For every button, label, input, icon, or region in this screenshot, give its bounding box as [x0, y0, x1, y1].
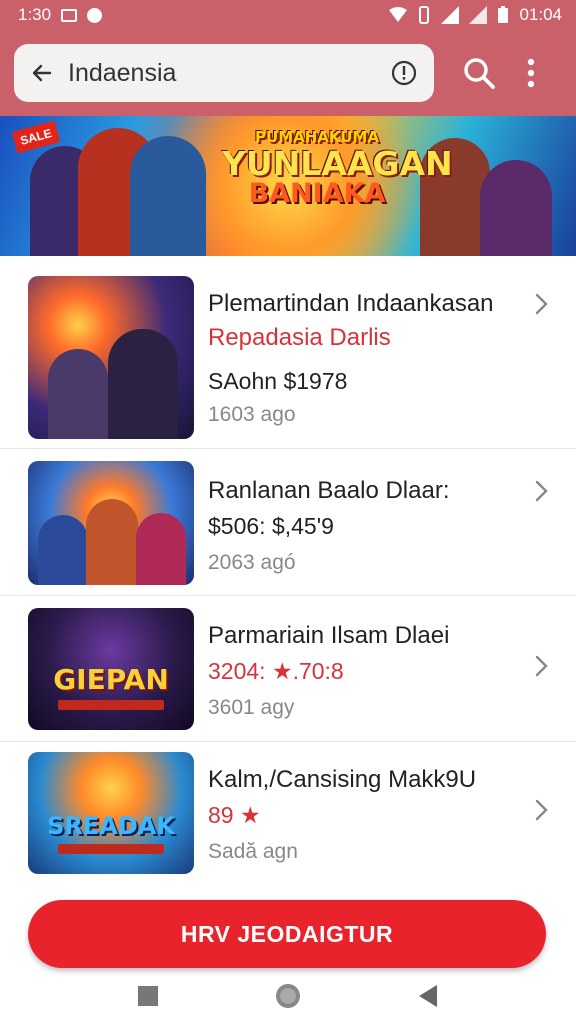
banner-hero-3	[130, 136, 206, 256]
more-options-icon[interactable]	[526, 58, 536, 88]
app-notification-icon	[87, 7, 103, 23]
item-title: Plemartindan Indaankasan	[208, 290, 494, 317]
item-rating: 3204: ★.70:8	[208, 658, 344, 684]
thumbnail-character	[136, 513, 186, 585]
list-item[interactable]: GIEPAN Parmariain Ilsam Dlaei 3204: ★.70…	[0, 596, 576, 742]
signal-icon	[441, 6, 460, 24]
item-title: Ranlanan Baalo Dlaar:	[208, 477, 450, 504]
list-item[interactable]: Ranlanan Baalo Dlaar: $506: $,45'9 2063 …	[0, 449, 576, 596]
chevron-right-icon[interactable]	[534, 654, 550, 678]
item-title: Parmariain Ilsam Dlaei	[208, 622, 450, 649]
item-subtitle: Repadasia Darlis	[208, 324, 391, 351]
chevron-right-icon[interactable]	[534, 479, 550, 503]
thumbnail-character	[38, 515, 88, 585]
thumbnail-character	[86, 499, 138, 585]
banner-main-text: YUNLAAGAN	[222, 144, 453, 183]
game-thumbnail[interactable]	[28, 276, 194, 439]
thumbnail-banner	[58, 700, 164, 710]
chevron-right-icon[interactable]	[534, 798, 550, 822]
item-title: Kalm,/Cansising Makk9U	[208, 766, 477, 793]
alert-icon[interactable]	[390, 59, 418, 87]
back-arrow-icon[interactable]	[30, 61, 54, 85]
chevron-right-icon[interactable]	[534, 292, 550, 316]
item-price: $506: $,45'9	[208, 513, 334, 539]
recents-icon[interactable]	[137, 985, 159, 1007]
game-list: Plemartindan Indaankasan Repadasia Darli…	[0, 256, 576, 884]
thumbnail-character	[108, 329, 178, 439]
home-icon[interactable]	[274, 982, 302, 1010]
banner-hero-5	[480, 160, 552, 256]
system-nav-bar	[0, 968, 576, 1024]
thumbnail-title: GIEPAN	[53, 663, 169, 696]
item-time: 3601 agy	[208, 696, 295, 719]
status-right: 01:04	[389, 5, 562, 25]
vibrate-icon	[419, 6, 430, 24]
banner-sub-text: BANIAKA	[248, 178, 386, 209]
list-item[interactable]: Plemartindan Indaankasan Repadasia Darli…	[0, 256, 576, 449]
item-time: Sadă agn	[208, 840, 298, 863]
promo-banner[interactable]: SALE PUMAHAKUMA YUNLAAGAN BANIAKA	[0, 116, 576, 256]
game-thumbnail[interactable]: SREADAK	[28, 752, 194, 874]
thumbnail-title: SREADAK	[47, 812, 175, 840]
banner-title: PUMAHAKUMA YUNLAAGAN BANIAKA	[222, 128, 453, 209]
status-bar: 1:30 01:04	[0, 0, 576, 30]
list-item[interactable]: SREADAK Kalm,/Cansising Makk9U 89 ★ Sadă…	[0, 742, 576, 884]
banner-top-text: PUMAHAKUMA	[255, 128, 379, 146]
game-thumbnail[interactable]: GIEPAN	[28, 608, 194, 730]
signal-2-icon	[469, 6, 488, 24]
item-price: SAohn $1978	[208, 368, 348, 394]
primary-action-button[interactable]: HRV JEODAIGTUR	[28, 900, 546, 968]
item-time: 1603 ago	[208, 403, 296, 426]
status-left: 1:30	[18, 5, 103, 25]
thumbnail-character	[48, 349, 108, 439]
search-icon[interactable]	[462, 56, 496, 90]
thumbnail-banner	[58, 844, 164, 854]
notification-icon	[61, 8, 78, 22]
app-bar: Indaensia	[0, 30, 576, 116]
game-thumbnail[interactable]	[28, 461, 194, 585]
back-icon[interactable]	[417, 984, 439, 1008]
item-rating: 89 ★	[208, 802, 261, 828]
status-time: 1:30	[18, 5, 52, 24]
battery-icon	[498, 6, 509, 23]
status-clock: 01:04	[519, 5, 562, 24]
wifi-icon	[389, 7, 408, 22]
search-bar[interactable]: Indaensia	[14, 44, 434, 102]
item-time: 2063 agó	[208, 551, 296, 574]
search-input[interactable]: Indaensia	[68, 59, 376, 88]
